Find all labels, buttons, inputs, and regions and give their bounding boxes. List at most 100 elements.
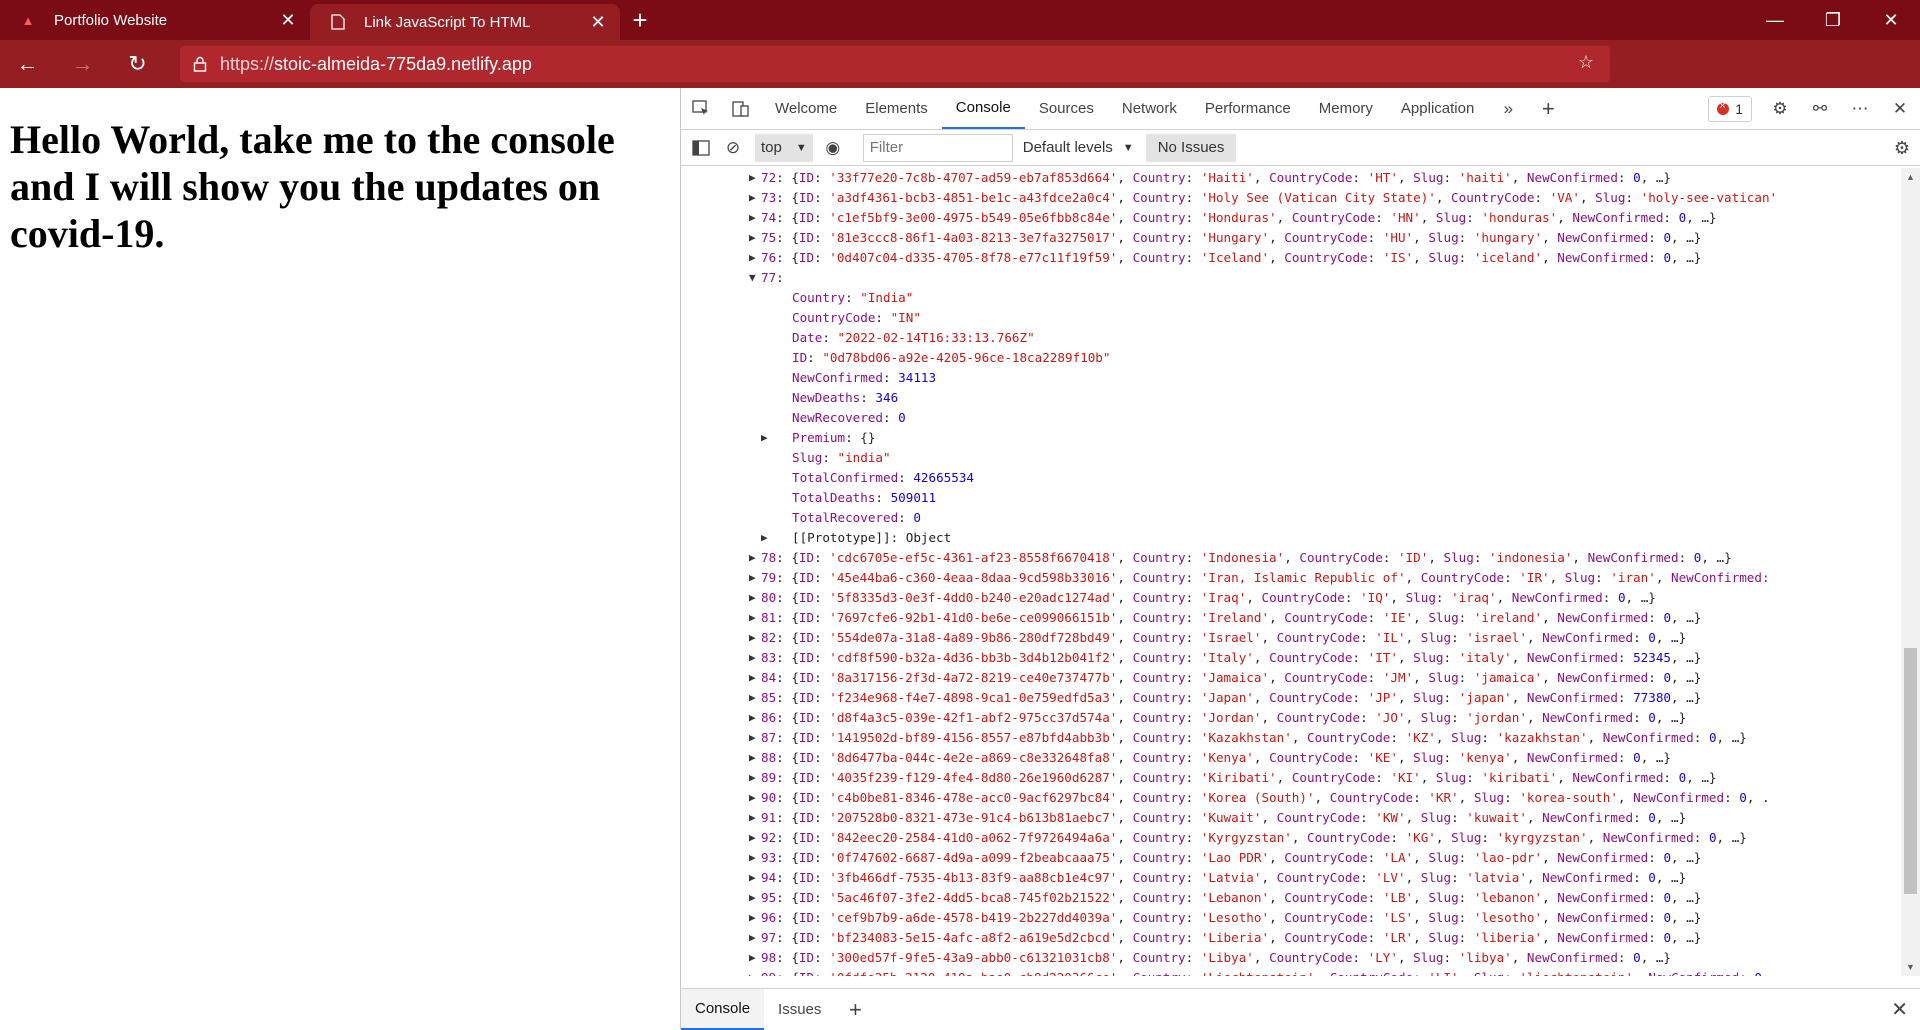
console-settings-gear-icon[interactable]: ⚙: [1894, 138, 1910, 159]
expand-arrow-icon[interactable]: ▶: [749, 668, 759, 688]
expand-arrow-icon[interactable]: ▶: [749, 168, 759, 188]
expand-arrow-icon[interactable]: ▶: [749, 768, 759, 788]
expand-arrow-icon[interactable]: ▶: [749, 608, 759, 628]
scroll-up-icon[interactable]: ▲: [1906, 172, 1915, 182]
address-bar[interactable]: https://stoic-almeida-775da9.netlify.app…: [180, 46, 1610, 82]
prototype-property[interactable]: ▶ [[Prototype]]: Object: [681, 528, 1901, 548]
console-array-item[interactable]: ▶ 91: {ID: '207528b0-8321-473e-91c4-b613b…: [681, 808, 1901, 828]
expand-arrow-icon[interactable]: ▶: [749, 188, 759, 208]
console-array-item[interactable]: ▶ 98: {ID: '300ed57f-9fe5-43a9-abb0-c6132…: [681, 948, 1901, 968]
object-property[interactable]: TotalDeaths: 509011: [681, 488, 1901, 508]
expand-arrow-icon[interactable]: ▶: [749, 928, 759, 948]
console-array-item[interactable]: ▶ 84: {ID: '8a317156-2f3d-4a72-8219-ce40e…: [681, 668, 1901, 688]
console-array-item[interactable]: ▶ 97: {ID: 'bf234083-5e15-4afc-a8f2-a619e…: [681, 928, 1901, 948]
tab-elements[interactable]: Elements: [851, 88, 942, 129]
expand-arrow-icon[interactable]: ▶: [749, 908, 759, 928]
scroll-down-icon[interactable]: ▼: [1906, 962, 1915, 972]
console-array-item[interactable]: ▶ 94: {ID: '3fb466df-7535-4b13-83f9-aa88c…: [681, 868, 1901, 888]
console-array-item[interactable]: ▶ 81: {ID: '7697cfe6-92b1-41d0-be6e-ce099…: [681, 608, 1901, 628]
console-array-item[interactable]: ▶ 80: {ID: '5f8335d3-0e3f-4dd0-b240-e20ad…: [681, 588, 1901, 608]
clear-console-icon[interactable]: ⊘: [721, 138, 745, 158]
drawer-tab-console[interactable]: Console: [681, 989, 765, 1030]
inspect-element-icon[interactable]: [681, 88, 721, 129]
expand-arrow-icon[interactable]: ▶: [749, 648, 759, 668]
close-tab-icon[interactable]: ✕: [278, 10, 298, 30]
console-output[interactable]: ▶ 72: {ID: '33f77e20-7c8b-4707-ad59-eb7af…: [681, 168, 1901, 976]
scrollbar-thumb[interactable]: [1904, 648, 1917, 894]
add-tool-icon[interactable]: +: [1528, 88, 1568, 129]
restore-icon[interactable]: ❐: [1804, 0, 1862, 40]
expand-arrow-icon[interactable]: ▶: [761, 428, 771, 448]
console-array-item[interactable]: ▶ 75: {ID: '81e3ccc8-86f1-4a03-8213-3e7fa…: [681, 228, 1901, 248]
add-drawer-tab-icon[interactable]: +: [835, 989, 875, 1030]
console-array-item[interactable]: ▶ 85: {ID: 'f234e968-f4e7-4898-9ca1-0e759…: [681, 688, 1901, 708]
expand-arrow-icon[interactable]: ▶: [749, 248, 759, 268]
expand-arrow-icon[interactable]: ▶: [749, 688, 759, 708]
console-filter-input[interactable]: [862, 133, 1013, 162]
console-array-item[interactable]: ▶ 78: {ID: 'cdc6705e-ef5c-4361-af23-8558f…: [681, 548, 1901, 568]
object-property[interactable]: TotalRecovered: 0: [681, 508, 1901, 528]
console-array-item[interactable]: ▶ 86: {ID: 'd8f4a3c5-039e-42f1-abf2-975cc…: [681, 708, 1901, 728]
browser-tab-portfolio[interactable]: ▲ Portfolio Website ✕: [0, 0, 310, 40]
expand-arrow-icon[interactable]: ▶: [749, 748, 759, 768]
console-array-item[interactable]: ▶ 79: {ID: '45e44ba6-c360-4eaa-8daa-9cd59…: [681, 568, 1901, 588]
settings-gear-icon[interactable]: ⚙: [1760, 88, 1800, 130]
tab-memory[interactable]: Memory: [1305, 88, 1387, 129]
close-tab-icon[interactable]: ✕: [588, 12, 608, 32]
context-selector[interactable]: top ▼: [755, 133, 813, 162]
expand-arrow-icon[interactable]: ▶: [749, 568, 759, 588]
forward-icon[interactable]: →: [55, 40, 110, 88]
tab-sources[interactable]: Sources: [1025, 88, 1108, 129]
console-array-item[interactable]: ▶ 82: {ID: '554de07a-31a8-4a89-9b86-280df…: [681, 628, 1901, 648]
object-property[interactable]: Slug: "india": [681, 448, 1901, 468]
console-array-item[interactable]: ▶ 95: {ID: '5ac46f07-3fe2-4dd5-bca8-745f0…: [681, 888, 1901, 908]
console-array-item[interactable]: ▶ 90: {ID: 'c4b0be81-8346-478e-acc0-9acf6…: [681, 788, 1901, 808]
add-favorite-icon[interactable]: ☆: [1578, 52, 1594, 73]
expand-arrow-icon[interactable]: ▶: [749, 848, 759, 868]
browser-tab-active[interactable]: Link JavaScript To HTML ✕: [310, 4, 620, 40]
live-expression-eye-icon[interactable]: ◉: [813, 138, 853, 158]
expand-arrow-icon[interactable]: ▶: [749, 548, 759, 568]
expand-arrow-icon[interactable]: ▶: [761, 528, 771, 548]
expand-arrow-icon[interactable]: ▶: [749, 588, 759, 608]
log-levels-dropdown[interactable]: Default levels ▼: [1023, 139, 1134, 156]
new-tab-button[interactable]: +: [620, 0, 660, 40]
device-emulation-icon[interactable]: [721, 88, 761, 129]
expand-arrow-icon[interactable]: ▶: [749, 948, 759, 968]
more-tabs-icon[interactable]: »: [1488, 88, 1528, 129]
console-array-item[interactable]: ▶ 87: {ID: '1419502d-bf89-4156-8557-e87bf…: [681, 728, 1901, 748]
drawer-close-icon[interactable]: ✕: [1891, 997, 1908, 1022]
tab-console[interactable]: Console: [941, 88, 1025, 129]
expand-arrow-icon[interactable]: ▶: [749, 888, 759, 908]
sidebar-toggle-icon[interactable]: [681, 139, 721, 156]
console-array-item[interactable]: ▶ 83: {ID: 'cdf8f590-b32a-4d36-bb3b-3d4b1…: [681, 648, 1901, 668]
tab-performance[interactable]: Performance: [1191, 88, 1305, 129]
expand-arrow-icon[interactable]: ▶: [749, 828, 759, 848]
expand-arrow-icon[interactable]: ▶: [749, 628, 759, 648]
devtools-more-icon[interactable]: ⋯: [1840, 88, 1880, 130]
refresh-icon[interactable]: ↻: [110, 40, 165, 88]
object-property[interactable]: ID: "0d78bd06-a92e-4205-96ce-18ca2289f10…: [681, 348, 1901, 368]
console-array-item[interactable]: ▶ 88: {ID: '8d6477ba-044c-4e2e-a869-c8e33…: [681, 748, 1901, 768]
console-scrollbar[interactable]: ▲ ▼: [1901, 168, 1920, 976]
tab-application[interactable]: Application: [1387, 88, 1488, 129]
console-array-item-expanded[interactable]: ▼ 77:: [681, 268, 1901, 288]
minimize-icon[interactable]: —: [1746, 0, 1804, 40]
expand-arrow-icon[interactable]: ▶: [749, 968, 759, 976]
object-property[interactable]: NewDeaths: 346: [681, 388, 1901, 408]
expand-arrow-icon[interactable]: ▶: [749, 788, 759, 808]
console-array-item[interactable]: ▶99: {ID: '0fdfe25b-2120-419a-bae0-cb8d2…: [681, 968, 1901, 976]
devtools-close-icon[interactable]: ✕: [1880, 88, 1920, 130]
window-close-icon[interactable]: ✕: [1862, 0, 1920, 40]
console-array-item[interactable]: ▶ 96: {ID: 'cef9b7b9-a6de-4578-b419-2b227…: [681, 908, 1901, 928]
collapse-arrow-icon[interactable]: ▼: [749, 268, 759, 288]
expand-arrow-icon[interactable]: ▶: [749, 208, 759, 228]
object-property[interactable]: CountryCode: "IN": [681, 308, 1901, 328]
object-property[interactable]: TotalConfirmed: 42665534: [681, 468, 1901, 488]
console-array-item[interactable]: ▶ 74: {ID: 'c1ef5bf9-3e00-4975-b549-05e6f…: [681, 208, 1901, 228]
object-property[interactable]: Country: "India": [681, 288, 1901, 308]
expand-arrow-icon[interactable]: ▶: [749, 228, 759, 248]
tab-welcome[interactable]: Welcome: [761, 88, 851, 129]
expand-arrow-icon[interactable]: ▶: [749, 868, 759, 888]
console-array-item[interactable]: ▶ 72: {ID: '33f77e20-7c8b-4707-ad59-eb7af…: [681, 168, 1901, 188]
